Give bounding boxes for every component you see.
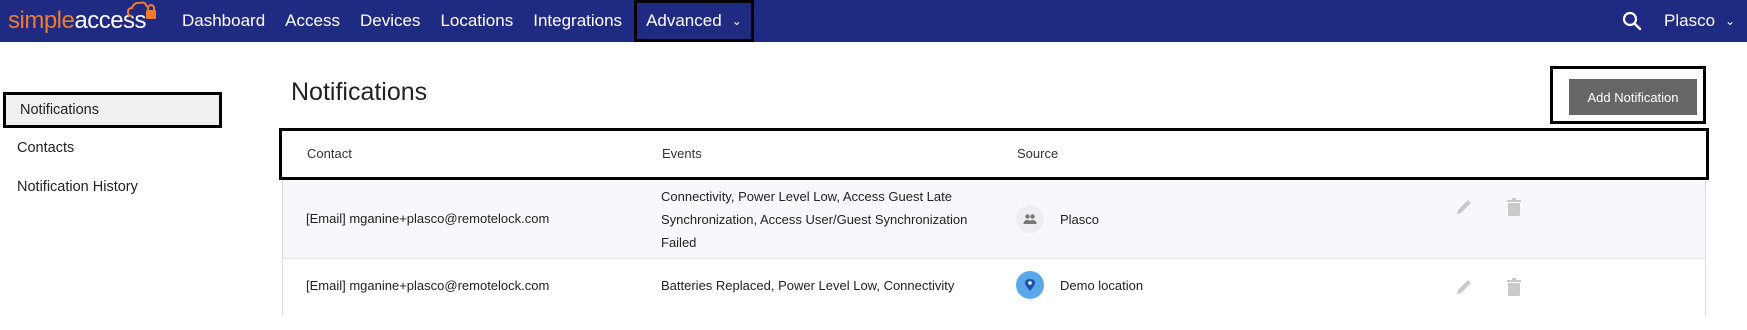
add-notification-button[interactable]: Add Notification bbox=[1569, 79, 1697, 115]
table-row[interactable]: [Email] mganine+plasco@remotelock.com Ba… bbox=[283, 259, 1705, 316]
page-title: Notifications bbox=[291, 78, 428, 106]
column-header-contact[interactable]: Contact bbox=[307, 146, 352, 161]
nav-advanced-label: Advanced bbox=[646, 11, 722, 30]
notifications-table: Contact Events Source [Email] mganine+pl… bbox=[279, 128, 1709, 316]
nav-advanced[interactable]: Advanced ⌄ bbox=[634, 0, 754, 42]
add-notification-wrapper: Add Notification bbox=[1550, 66, 1706, 124]
search-icon[interactable] bbox=[1620, 9, 1644, 33]
account-name: Plasco bbox=[1664, 11, 1716, 30]
source-name: Demo location bbox=[1060, 277, 1144, 293]
source-name: Plasco bbox=[1060, 211, 1100, 227]
contact-cell: [Email] mganine+plasco@remotelock.com bbox=[306, 278, 550, 293]
edit-pencil-icon[interactable] bbox=[1453, 196, 1475, 218]
edit-pencil-icon[interactable] bbox=[1453, 276, 1475, 298]
account-menu[interactable]: Plasco ⌄ bbox=[1664, 0, 1735, 42]
table-row[interactable]: [Email] mganine+plasco@remotelock.com Co… bbox=[283, 180, 1705, 259]
cloud-lock-icon bbox=[126, 1, 156, 19]
chevron-down-icon: ⌄ bbox=[731, 14, 742, 28]
sidebar-item-notifications[interactable]: Notifications bbox=[3, 92, 222, 128]
column-header-source[interactable]: Source bbox=[1017, 146, 1058, 161]
sidebar-item-contacts[interactable]: Contacts bbox=[3, 130, 222, 166]
sidebar-item-notification-history[interactable]: Notification History bbox=[3, 169, 222, 205]
nav-locations[interactable]: Locations bbox=[430, 0, 523, 42]
events-cell: Connectivity, Power Level Low, Access Gu… bbox=[661, 189, 968, 250]
logo-text-simple: simple bbox=[8, 7, 75, 34]
nav-access[interactable]: Access bbox=[275, 0, 350, 42]
source-cell: Demo location bbox=[1016, 271, 1143, 299]
chevron-down-icon: ⌄ bbox=[1725, 14, 1736, 28]
delete-trash-icon[interactable] bbox=[1503, 196, 1525, 218]
source-cell: Plasco bbox=[1016, 205, 1099, 233]
main-nav: Dashboard Access Devices Locations Integ… bbox=[172, 0, 754, 42]
top-navbar: simple access Dashboard Access Devices Lo… bbox=[0, 0, 1747, 42]
contact-cell: [Email] mganine+plasco@remotelock.com bbox=[306, 211, 550, 226]
events-cell: Batteries Replaced, Power Level Low, Con… bbox=[661, 278, 955, 293]
group-icon bbox=[1016, 205, 1044, 233]
simpleaccess-logo[interactable]: simple access bbox=[8, 0, 156, 42]
nav-devices[interactable]: Devices bbox=[350, 0, 430, 42]
column-header-events[interactable]: Events bbox=[662, 146, 702, 161]
nav-integrations[interactable]: Integrations bbox=[523, 0, 632, 42]
location-pin-icon bbox=[1016, 271, 1044, 299]
table-header: Contact Events Source bbox=[279, 128, 1709, 180]
nav-dashboard[interactable]: Dashboard bbox=[172, 0, 275, 42]
delete-trash-icon[interactable] bbox=[1503, 276, 1525, 298]
